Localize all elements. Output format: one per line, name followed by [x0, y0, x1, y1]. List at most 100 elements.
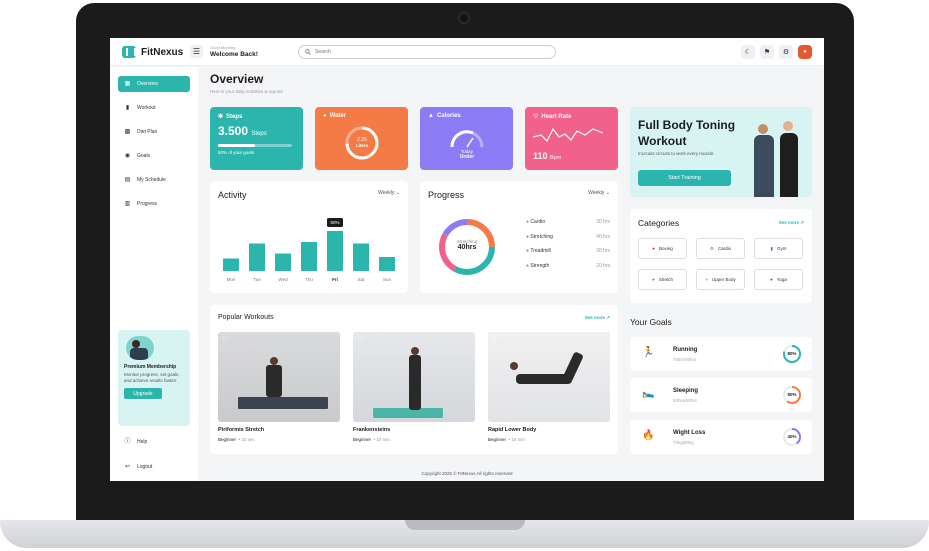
- legend-hours: 30 hrs: [596, 248, 610, 254]
- steps-progress-bar: [218, 144, 292, 147]
- category-upper-body[interactable]: ● Upper Body: [696, 269, 745, 290]
- heart-value: 110: [533, 151, 548, 161]
- sidebar-item-goals[interactable]: ◉ Goals: [118, 148, 190, 164]
- goal-running[interactable]: 🏃 Running 70km/80km 80%: [630, 337, 812, 371]
- steps-card[interactable]: ✱ Steps 3.500 Steps 50% of your goals: [210, 107, 303, 170]
- workout-name[interactable]: Frankensteins: [353, 427, 390, 433]
- menu-icon[interactable]: ☰: [190, 45, 203, 58]
- workout-level: Beginner: [488, 437, 507, 442]
- sidebar-item-workout[interactable]: ▮ Workout: [118, 100, 190, 116]
- activity-range-label: Weekly: [378, 190, 395, 196]
- progress-range-dropdown[interactable]: Weekly ⌄: [588, 190, 610, 196]
- sidebar-item-diet-plan[interactable]: ▩ Diet Plan: [118, 124, 190, 140]
- category-stretch[interactable]: ● Stretch: [638, 269, 687, 290]
- category-label: Cardio: [717, 246, 732, 251]
- activity-x-tick-label: Fri: [332, 277, 338, 282]
- sidebar-item-my-schedule[interactable]: ▤ My Schedule: [118, 172, 190, 188]
- footer: Copyright 2025 © FitNexus All rights res…: [421, 471, 513, 476]
- goal-weight-loss[interactable]: 🔥 Wight Loss 70kg/80kg 40%: [630, 420, 812, 454]
- greeting-title: Welcome Back!: [210, 51, 258, 58]
- goal-sub: 70kg/80kg: [673, 440, 694, 445]
- goal-sub: 70km/80km: [673, 357, 697, 362]
- arrow-up-right-icon: ↗: [606, 315, 610, 320]
- category-gym[interactable]: ▮ Gym: [754, 238, 803, 259]
- activity-bar[interactable]: [249, 243, 265, 272]
- upgrade-button[interactable]: Upgrade: [124, 388, 162, 399]
- water-card[interactable]: ● Water 2.25 Liters: [315, 107, 408, 170]
- progress-legend-item: ● Strength 20 hrs: [526, 263, 610, 278]
- activity-bar[interactable]: [275, 253, 291, 272]
- workout-image-rapid-lower-body[interactable]: ♡: [488, 332, 610, 422]
- sidebar-item-progress[interactable]: ▥ Progress: [118, 196, 190, 212]
- gear-icon[interactable]: ⚙: [779, 45, 793, 59]
- category-yoga[interactable]: ● Yoga: [754, 269, 803, 290]
- popular-title: Popular Workouts: [218, 314, 274, 321]
- workout-image-piriformis[interactable]: ♡: [218, 332, 340, 422]
- dumbbell-icon: ▮: [125, 104, 130, 111]
- arrow-up-right-icon: ↗: [800, 220, 804, 225]
- camera-icon: [458, 12, 470, 24]
- legend-name: Stretching: [530, 233, 553, 240]
- heart-icon[interactable]: ♡: [492, 336, 498, 344]
- cardio-icon: ⚙: [709, 245, 714, 251]
- categories-card: Categories See more ↗ ● Boxing ⚙ Cardio ▮ G…: [630, 209, 812, 303]
- goal-percent: 80%: [787, 351, 797, 356]
- workout-image-frankensteins[interactable]: ♡: [353, 332, 475, 422]
- legend-hours: 30 hrs: [596, 219, 610, 225]
- activity-bar[interactable]: [327, 231, 343, 271]
- category-label: Yoga: [776, 277, 787, 282]
- category-label: Gym: [776, 246, 787, 251]
- legend-name: Strength: [530, 262, 550, 269]
- heart-icon[interactable]: ♡: [357, 336, 363, 344]
- hero-athlete-woman-head: [783, 121, 793, 131]
- activity-bar[interactable]: [379, 257, 395, 271]
- bell-icon[interactable]: ⚑: [760, 45, 774, 59]
- sidebar-item-label: Diet Plan: [137, 129, 158, 135]
- categories-see-more[interactable]: See more ↗: [779, 220, 804, 226]
- start-training-button[interactable]: Start Training: [638, 170, 731, 186]
- activity-bar[interactable]: [301, 242, 317, 271]
- boxing-icon: ●: [652, 246, 655, 251]
- activity-bar[interactable]: [353, 243, 369, 272]
- greeting: Good Morning Welcome Back!: [210, 45, 258, 58]
- flame-icon: ▲: [428, 113, 434, 119]
- heart-icon[interactable]: ♡: [222, 336, 228, 344]
- activity-x-tick-label: Wed: [278, 277, 288, 282]
- popular-see-more[interactable]: See more ↗: [585, 315, 610, 321]
- goal-sleeping[interactable]: 🛌 Sleeping 50hrs/60hrs 60%: [630, 378, 812, 412]
- category-boxing[interactable]: ● Boxing: [638, 238, 687, 259]
- workout-name[interactable]: Piriformis Stretch: [218, 427, 264, 433]
- bar-chart-icon: ▥: [124, 200, 131, 207]
- activity-bar[interactable]: [223, 258, 239, 272]
- legend-dot-icon: ●: [526, 219, 530, 225]
- sidebar-item-overview[interactable]: ▦ Overview: [118, 76, 190, 92]
- avatar[interactable]: ●: [798, 45, 812, 59]
- activity-x-tick-label: Sun: [383, 277, 392, 282]
- progress-legend-item: ● Cardio 30 hrs: [526, 219, 610, 234]
- workout-name[interactable]: Rapid Lower Body: [488, 427, 536, 433]
- calendar-icon: ▤: [124, 176, 131, 183]
- water-label: Water: [329, 113, 347, 119]
- logo-icon: [122, 46, 136, 58]
- logo[interactable]: FitNexus: [122, 46, 183, 58]
- legend-dot-icon: ●: [526, 262, 530, 269]
- workout-duration: 20 sec: [241, 437, 255, 442]
- activity-x-tick-label: Sat: [358, 277, 366, 282]
- workout-meta: Beginner • 15 min: [488, 437, 525, 442]
- search-bar[interactable]: [298, 45, 556, 59]
- yoga-mat: [238, 397, 328, 409]
- activity-chart: Mon Tue Wed Thu Fri 50% Sat Sun: [223, 218, 395, 282]
- goal-icon: ◉: [124, 152, 131, 159]
- search-input[interactable]: [315, 49, 535, 55]
- help-link[interactable]: ⓘ Help: [118, 434, 190, 450]
- calories-card[interactable]: ▲ Calories Today Under: [420, 107, 513, 170]
- workout-meta: Beginner • 20 sec: [218, 437, 255, 442]
- heart-rate-card[interactable]: ♡ Heart Rate 110 Bpm: [525, 107, 618, 170]
- moon-icon[interactable]: ☾: [741, 45, 755, 59]
- category-cardio[interactable]: ⚙ Cardio: [696, 238, 745, 259]
- clock-icon: •: [373, 437, 376, 442]
- sleeping-icon: 🛌: [642, 388, 655, 399]
- progress-legend: ● Cardio 30 hrs ● Stretching 40 hrs ● Trea…: [526, 219, 610, 277]
- clipboard-icon: ▩: [124, 128, 131, 135]
- activity-range-dropdown[interactable]: Weekly ⌄: [378, 190, 400, 196]
